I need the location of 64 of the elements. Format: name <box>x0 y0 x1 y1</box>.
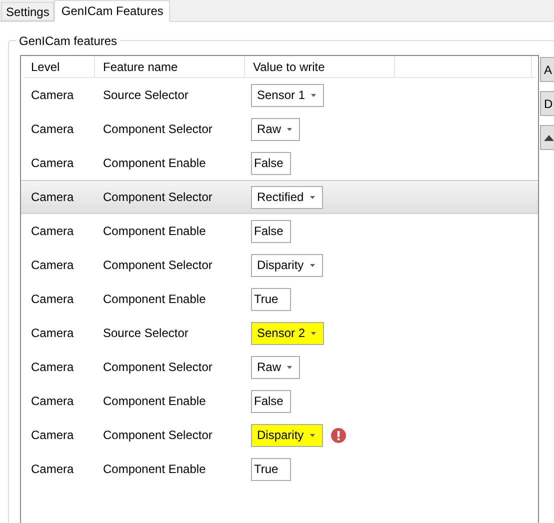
table-row[interactable]: Camera Component Selector Raw <box>21 112 538 146</box>
table-cell: Camera <box>31 122 74 136</box>
table-cell: Camera <box>31 462 74 476</box>
side-button[interactable]: A <box>540 57 554 82</box>
table-cell: Camera <box>31 428 74 442</box>
table-cell: Camera <box>31 224 74 238</box>
value-dropdown[interactable]: Raw <box>251 118 300 140</box>
table-cell: Component Selector <box>103 428 212 442</box>
table-cell: Camera <box>31 190 74 204</box>
move-up-button[interactable] <box>540 125 554 150</box>
table-row[interactable]: Camera Component Enable False <box>21 214 538 248</box>
table-row[interactable]: Camera Component Selector Disparity <box>21 248 538 282</box>
table-cell: Component Selector <box>103 360 212 374</box>
table-row[interactable]: Camera Component Selector Rectified <box>21 180 538 214</box>
caret-icon <box>310 264 315 266</box>
caret-icon <box>310 196 315 198</box>
table-cell: Camera <box>31 258 74 272</box>
column-header[interactable]: Value to write <box>253 58 325 76</box>
caret-icon <box>287 366 292 368</box>
table-cell: Camera <box>31 394 74 408</box>
triangle-up-icon <box>544 134 554 140</box>
table-cell: Component Enable <box>103 224 206 238</box>
table-cell: Camera <box>31 156 74 170</box>
table-row[interactable]: Camera Component Enable False <box>21 146 538 180</box>
table-row[interactable]: Camera Component Enable True <box>21 282 538 316</box>
table-row[interactable]: Camera Source Selector Sensor 2 <box>21 316 538 350</box>
value-field[interactable]: False <box>251 152 291 174</box>
table-row[interactable]: Camera Component Enable True <box>21 452 538 486</box>
table-cell: Source Selector <box>103 88 188 102</box>
tab[interactable]: GenICam Features <box>54 0 170 22</box>
column-header[interactable]: Level <box>31 58 60 76</box>
table-row[interactable]: Camera Component Selector Disparity <box>21 418 538 452</box>
value-dropdown[interactable]: Sensor 2 <box>251 322 324 344</box>
table-cell: Component Enable <box>103 292 206 306</box>
table-cell: Camera <box>31 360 74 374</box>
table-cell: Component Enable <box>103 156 206 170</box>
value-field[interactable]: False <box>251 220 291 242</box>
table-row[interactable]: Camera Component Selector Raw <box>21 350 538 384</box>
caret-icon <box>311 94 316 96</box>
caret-icon <box>311 332 316 334</box>
value-field[interactable]: False <box>251 390 291 412</box>
caret-icon <box>287 128 292 130</box>
table-cell: Component Enable <box>103 394 206 408</box>
value-dropdown[interactable]: Sensor 1 <box>251 84 324 106</box>
value-dropdown[interactable]: Disparity <box>251 254 323 276</box>
value-field[interactable]: True <box>251 458 291 480</box>
table-row[interactable]: Camera Component Enable False <box>21 384 538 418</box>
table-cell: Camera <box>31 326 74 340</box>
caret-icon <box>310 434 315 436</box>
value-dropdown[interactable]: Rectified <box>251 186 323 208</box>
value-dropdown[interactable]: Disparity <box>251 424 323 446</box>
table-row[interactable]: Camera Source Selector Sensor 1 <box>21 78 538 112</box>
table-cell: Component Enable <box>103 462 206 476</box>
table-cell: Component Selector <box>103 122 212 136</box>
table-cell: Source Selector <box>103 326 188 340</box>
column-header[interactable]: Feature name <box>103 58 178 76</box>
tab[interactable]: Settings <box>1 2 54 21</box>
value-dropdown[interactable]: Raw <box>251 356 300 378</box>
side-button[interactable]: D <box>540 91 554 116</box>
table-cell: Component Selector <box>103 190 212 204</box>
table-cell: Camera <box>31 88 74 102</box>
table-cell: Component Selector <box>103 258 212 272</box>
table-cell: Camera <box>31 292 74 306</box>
value-field[interactable]: True <box>251 288 291 310</box>
